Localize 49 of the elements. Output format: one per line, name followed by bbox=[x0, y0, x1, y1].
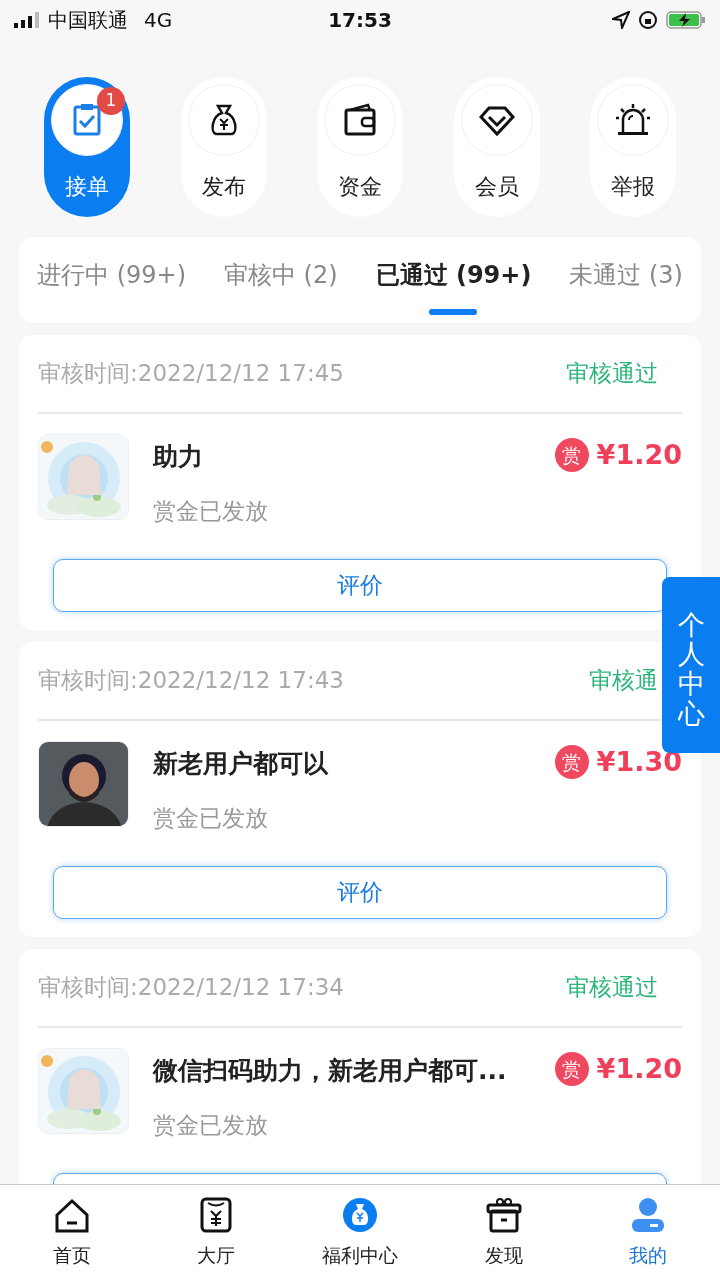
network-type: 4G bbox=[144, 7, 173, 34]
review-time: 审核时间:2022/12/12 17:45 bbox=[38, 359, 344, 389]
filter-tab[interactable]: 已通过 (99+) bbox=[375, 237, 532, 323]
review-button[interactable]: 评价 bbox=[53, 559, 667, 612]
reward-tag: 赏 bbox=[554, 437, 589, 472]
review-time: 审核时间:2022/12/12 17:43 bbox=[38, 666, 344, 696]
action-button[interactable]: 资金 bbox=[317, 77, 403, 217]
review-status: 审核通过 bbox=[566, 359, 658, 389]
wallet-icon bbox=[342, 102, 378, 138]
gift-box-icon bbox=[486, 1197, 522, 1233]
location-icon bbox=[612, 11, 630, 29]
filter-tab[interactable]: 审核中 (2) bbox=[224, 237, 338, 323]
filter-tab[interactable]: 未通过 (3) bbox=[569, 237, 683, 323]
task-title: 助力 bbox=[153, 441, 204, 473]
payout-status: 赏金已发放 bbox=[153, 1110, 269, 1140]
yen-card-icon bbox=[198, 1197, 234, 1233]
tab-bar-item[interactable]: 福利中心 bbox=[295, 1185, 425, 1280]
count-badge: 1 bbox=[97, 87, 125, 115]
tab-bar-item[interactable]: 发现 bbox=[439, 1185, 569, 1280]
battery-icon bbox=[666, 10, 706, 30]
carrier-name: 中国联通 bbox=[48, 7, 128, 34]
task-title: 微信扫码助力，新老用户都可... bbox=[153, 1055, 508, 1087]
tab-bar-item[interactable]: 我的 bbox=[583, 1185, 713, 1280]
review-button[interactable]: 评价 bbox=[53, 866, 667, 919]
filter-tab[interactable]: 进行中 (99+) bbox=[37, 237, 186, 323]
task-title: 新老用户都可以 bbox=[153, 748, 329, 780]
tab-bar-item[interactable]: 首页 bbox=[7, 1185, 137, 1280]
review-time: 审核时间:2022/12/12 17:34 bbox=[38, 973, 344, 1003]
personal-center-tab[interactable]: 个人中心 bbox=[662, 577, 720, 753]
reward-tag: 赏 bbox=[554, 744, 589, 779]
clock: 17:53 bbox=[327, 7, 393, 34]
payout-status: 赏金已发放 bbox=[153, 803, 269, 833]
action-button[interactable]: 接单 1 bbox=[44, 77, 130, 217]
person-icon bbox=[630, 1197, 666, 1233]
tab-bar-item[interactable]: 大厅 bbox=[151, 1185, 281, 1280]
home-icon bbox=[54, 1197, 90, 1233]
review-status: 审核通过 bbox=[566, 973, 658, 1003]
signal-icon bbox=[14, 12, 40, 28]
reward-tag: 赏 bbox=[554, 1051, 589, 1086]
rotation-lock-icon bbox=[638, 10, 658, 30]
reward-amount: ¥1.20 bbox=[596, 1051, 682, 1086]
money-bag-icon bbox=[342, 1197, 378, 1233]
action-button[interactable]: 会员 bbox=[453, 77, 540, 217]
action-button[interactable]: 举报 bbox=[590, 77, 676, 217]
payout-status: 赏金已发放 bbox=[153, 496, 269, 526]
action-button[interactable]: 发布 bbox=[180, 77, 267, 217]
alarm-light-icon bbox=[615, 102, 651, 138]
reward-amount: ¥1.20 bbox=[596, 437, 682, 472]
review-status: 审核通 bbox=[589, 666, 658, 696]
